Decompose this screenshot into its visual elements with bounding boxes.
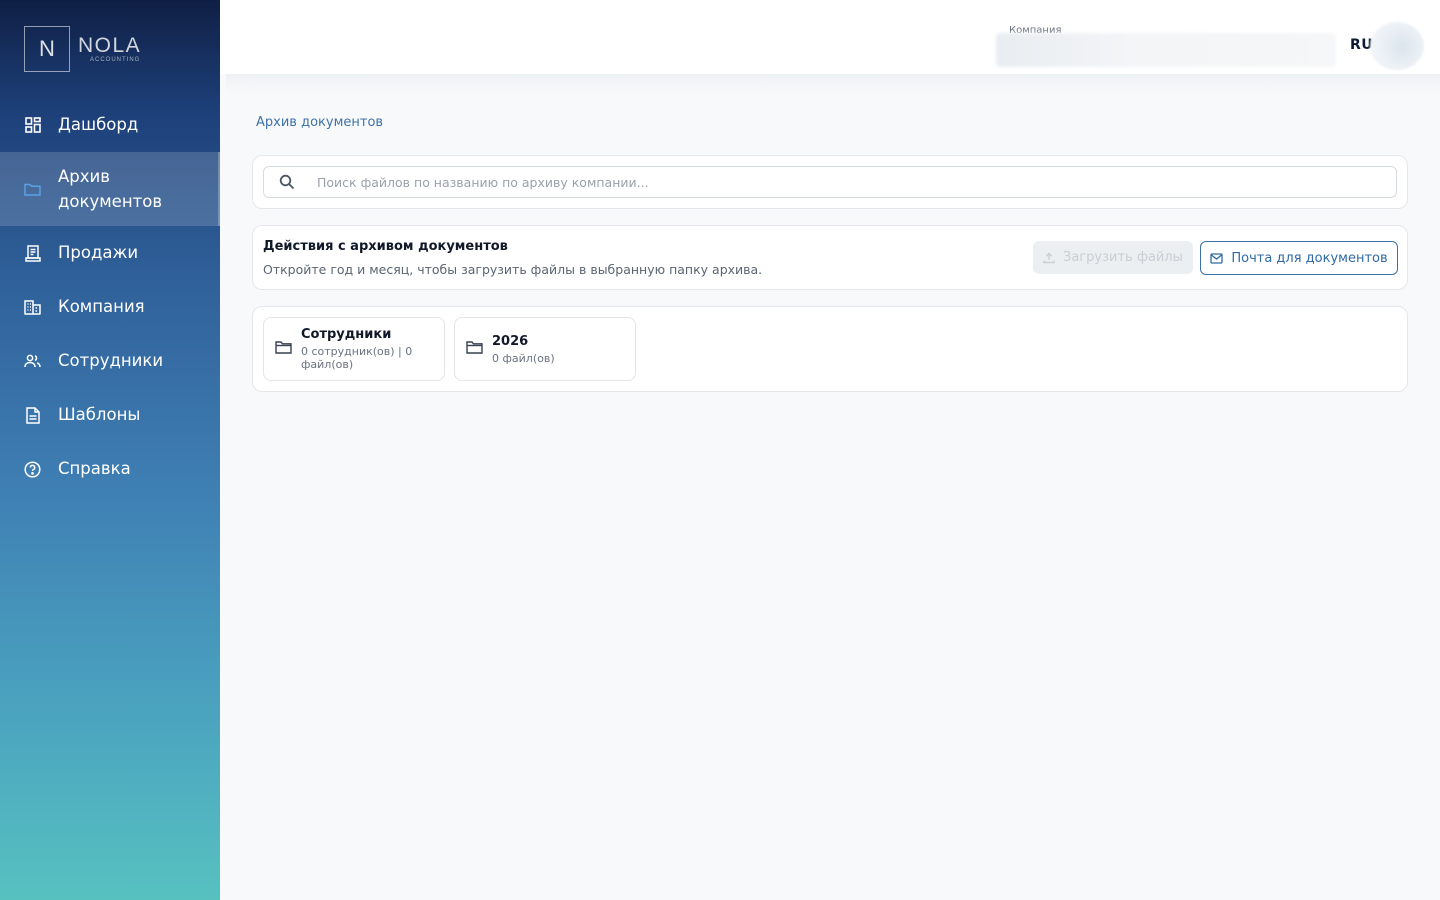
upload-files-label: Загрузить файлы — [1063, 250, 1183, 265]
sidebar-item-archive[interactable]: Архив документов — [0, 152, 220, 226]
document-icon — [24, 406, 41, 424]
building-icon — [24, 299, 41, 316]
logo-subtitle: ACCOUNTING — [90, 57, 141, 63]
search-field — [263, 166, 1397, 198]
sidebar-item-company[interactable]: Компания — [0, 280, 220, 334]
sidebar-item-dashboard[interactable]: Дашборд — [0, 98, 220, 152]
folder-employees[interactable]: Сотрудники 0 сотрудник(ов) | 0 файл(ов) — [263, 317, 445, 381]
sidebar-item-label: Сотрудники — [58, 351, 164, 370]
user-avatar[interactable] — [1370, 22, 1424, 70]
logo-text: NOLA ACCOUNTING — [78, 34, 142, 64]
help-icon — [24, 460, 41, 478]
documents-mail-label: Почта для документов — [1231, 250, 1388, 266]
app-logo[interactable]: N NOLA ACCOUNTING — [24, 26, 141, 72]
company-selector[interactable] — [996, 33, 1336, 67]
sidebar-item-label: Дашборд — [58, 115, 139, 134]
sidebar-item-templates[interactable]: Шаблоны — [0, 388, 220, 442]
header-divider — [226, 74, 1440, 94]
sidebar-item-label: Шаблоны — [58, 405, 141, 424]
folder-icon — [24, 181, 41, 198]
actions-subtitle: Откройте год и месяц, чтобы загрузить фа… — [263, 262, 763, 277]
sidebar-item-label: Продажи — [58, 243, 139, 262]
sidebar-item-sales[interactable]: Продажи — [0, 226, 220, 280]
sidebar-item-help[interactable]: Справка — [0, 442, 220, 496]
upload-icon — [1043, 252, 1055, 264]
mail-icon — [1210, 252, 1223, 264]
folder-name: Сотрудники — [301, 327, 392, 342]
folder-icon — [466, 340, 484, 358]
search-input[interactable] — [317, 174, 1396, 190]
folder-meta: 0 сотрудник(ов) | 0 файл(ов) — [301, 345, 413, 371]
top-header: Компания RU — [220, 0, 1440, 74]
folders-card: Сотрудники 0 сотрудник(ов) | 0 файл(ов) … — [252, 306, 1408, 392]
breadcrumb[interactable]: Архив документов — [256, 115, 383, 130]
logo-word: NOLA — [78, 34, 142, 57]
archive-actions-card: Действия с архивом документов Откройте г… — [252, 225, 1408, 290]
receipt-icon — [24, 244, 41, 262]
folder-2026[interactable]: 2026 0 файл(ов) — [454, 317, 636, 381]
actions-title: Действия с архивом документов — [263, 239, 508, 254]
upload-files-button[interactable]: Загрузить файлы — [1033, 241, 1193, 274]
folder-name: 2026 — [492, 333, 529, 349]
sidebar-item-label: Справка — [58, 459, 131, 478]
people-icon — [24, 353, 41, 370]
sidebar-item-label: Компания — [58, 297, 145, 316]
folder-info: Сотрудники 0 сотрудник(ов) | 0 файл(ов) — [301, 327, 431, 371]
folder-info: 2026 0 файл(ов) — [492, 334, 555, 365]
folder-meta: 0 файл(ов) — [492, 351, 555, 365]
search-icon — [279, 174, 295, 190]
sidebar-item-employees[interactable]: Сотрудники — [0, 334, 220, 388]
search-card — [252, 155, 1408, 209]
sidebar: N NOLA ACCOUNTING Дашборд Архив документ… — [0, 0, 220, 900]
sidebar-nav: Дашборд Архив документов Продажи Компани… — [0, 98, 220, 496]
dashboard-icon — [24, 117, 41, 134]
sidebar-item-label: Архив документов — [58, 167, 163, 211]
folder-icon — [275, 340, 293, 358]
documents-mail-button[interactable]: Почта для документов — [1200, 241, 1398, 275]
logo-mark: N — [24, 26, 70, 72]
